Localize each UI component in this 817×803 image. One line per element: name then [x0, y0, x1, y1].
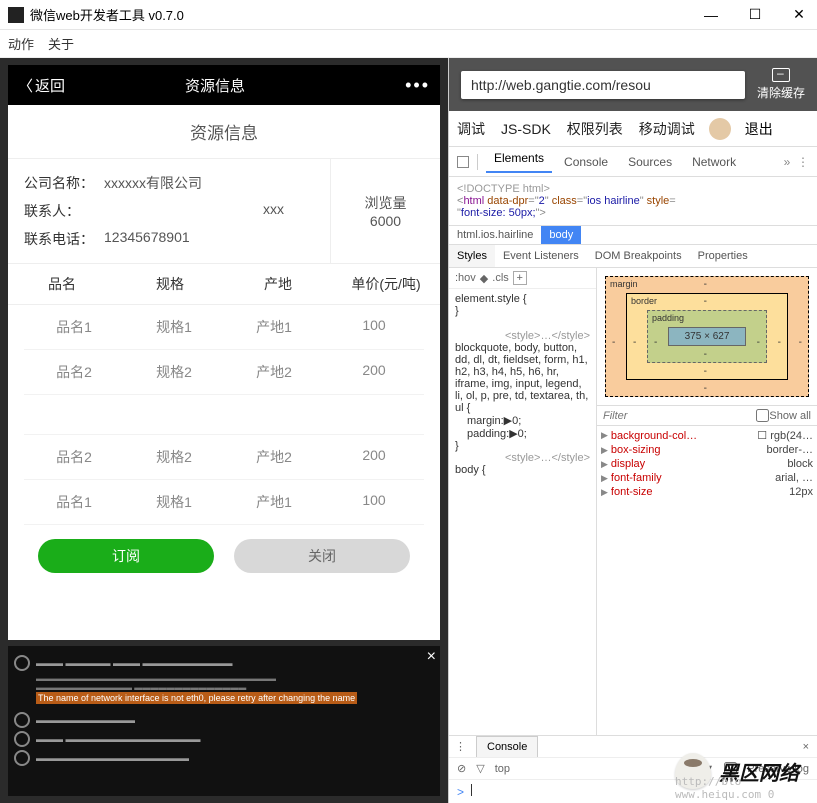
phone-value: 12345678901: [104, 229, 314, 249]
tab-console[interactable]: Console: [556, 155, 616, 169]
table-row[interactable]: 品名2规格2产地2200: [24, 435, 424, 480]
col-origin: 产地: [224, 274, 332, 294]
watermark: 黑区网络 http://blo www.heiqu.com 0: [675, 753, 799, 789]
table-row[interactable]: 品名1规格1产地1100: [24, 305, 424, 350]
app-icon: [8, 7, 24, 23]
hov-toggle[interactable]: :hov: [455, 272, 476, 284]
maximize-button[interactable]: ☐: [745, 5, 765, 25]
tab-properties[interactable]: Properties: [690, 245, 756, 267]
filter-input[interactable]: [603, 410, 756, 422]
tab-permissions[interactable]: 权限列表: [559, 119, 631, 139]
tab-event-listeners[interactable]: Event Listeners: [495, 245, 587, 267]
company-label: 公司名称：: [24, 173, 104, 193]
crumb-body[interactable]: body: [541, 226, 581, 244]
table-row: [24, 395, 424, 435]
clear-cache-button[interactable]: 清除缓存: [757, 68, 805, 101]
network-console: × ▬▬▬ ▬▬▬▬▬ ▬▬▬ ▬▬▬▬▬▬▬▬▬▬ ▬▬▬▬▬▬▬▬▬▬▬▬▬…: [8, 646, 440, 796]
diamond-icon[interactable]: ◆: [480, 272, 488, 285]
minimize-button[interactable]: —: [701, 5, 721, 25]
more-button[interactable]: •••: [405, 75, 430, 96]
tab-styles[interactable]: Styles: [449, 245, 495, 267]
phone-label: 联系电话：: [24, 229, 104, 249]
company-value: xxxxxx有限公司: [104, 173, 314, 193]
close-button[interactable]: ✕: [789, 5, 809, 25]
col-spec: 规格: [116, 274, 224, 294]
table-row[interactable]: 品名2规格2产地2200: [24, 350, 424, 395]
contact-label: 联系人：: [24, 201, 104, 221]
menu-action[interactable]: 动作: [8, 34, 34, 53]
nav-title: 资源信息: [25, 75, 405, 96]
tab-debug[interactable]: 调试: [449, 119, 493, 139]
show-all-label: Show all: [769, 410, 811, 422]
property-row[interactable]: ▶font-familyarial, …: [601, 471, 813, 485]
filter-icon[interactable]: ▽: [476, 762, 484, 775]
tab-dom-breakpoints[interactable]: DOM Breakpoints: [587, 245, 690, 267]
close-page-button[interactable]: 关闭: [234, 539, 410, 573]
views-value: 6000: [370, 213, 401, 229]
show-all-checkbox[interactable]: [756, 409, 769, 422]
tab-mobile-debug[interactable]: 移动调试: [631, 119, 703, 139]
overflow-icon[interactable]: » ⋮: [784, 155, 809, 169]
table-row[interactable]: 品名1规格1产地1100: [24, 480, 424, 525]
add-rule-button[interactable]: +: [513, 271, 527, 285]
exit-button[interactable]: 退出: [737, 119, 781, 139]
subscribe-button[interactable]: 订阅: [38, 539, 214, 573]
page-title: 资源信息: [8, 105, 440, 159]
css-rules[interactable]: element.style { } <style>…</style> block…: [449, 289, 596, 735]
computed-properties[interactable]: ▶background-col…☐ rgb(24…▶box-sizingbord…: [597, 426, 817, 501]
drawer-close-icon[interactable]: ×: [795, 741, 817, 753]
console-highlight: The name of network interface is not eth…: [36, 692, 357, 704]
crumb-html[interactable]: html.ios.hairline: [449, 226, 541, 244]
property-row[interactable]: ▶displayblock: [601, 457, 813, 471]
drawer-menu-icon[interactable]: ⋮: [449, 740, 472, 753]
drawer-console-tab[interactable]: Console: [476, 736, 538, 757]
address-input[interactable]: http://web.gangtie.com/resou: [461, 71, 745, 99]
tab-network[interactable]: Network: [684, 155, 744, 169]
html-source[interactable]: <!DOCTYPE html> <html data-dpr="2" class…: [449, 177, 817, 226]
context-selector[interactable]: top: [495, 763, 510, 775]
clear-console-icon[interactable]: ⊘: [457, 762, 466, 775]
menu-about[interactable]: 关于: [48, 34, 74, 53]
avatar[interactable]: [709, 118, 731, 140]
window-title: 微信web开发者工具 v0.7.0: [30, 5, 701, 24]
inspect-icon[interactable]: [457, 156, 469, 168]
clear-cache-label: 清除缓存: [757, 84, 805, 101]
property-row[interactable]: ▶box-sizingborder-…: [601, 443, 813, 457]
col-price: 单价(元/吨): [332, 274, 440, 294]
box-model: margin - - - - border - - - - padding: [597, 268, 817, 405]
tab-elements[interactable]: Elements: [486, 151, 552, 173]
tab-sources[interactable]: Sources: [620, 155, 680, 169]
tab-jssdk[interactable]: JS-SDK: [493, 121, 559, 137]
console-close-icon[interactable]: ×: [427, 648, 436, 666]
cls-toggle[interactable]: .cls: [492, 272, 509, 284]
col-name: 品名: [8, 274, 116, 294]
watermark-url: http://blo www.heiqu.com 0: [675, 775, 799, 801]
views-label: 浏览量: [365, 193, 407, 213]
box-content: 375 × 627: [668, 327, 746, 346]
cache-icon: [772, 68, 790, 82]
property-row[interactable]: ▶font-size12px: [601, 485, 813, 499]
contact-value: xxx: [104, 201, 314, 221]
property-row[interactable]: ▶background-col…☐ rgb(24…: [601, 428, 813, 443]
